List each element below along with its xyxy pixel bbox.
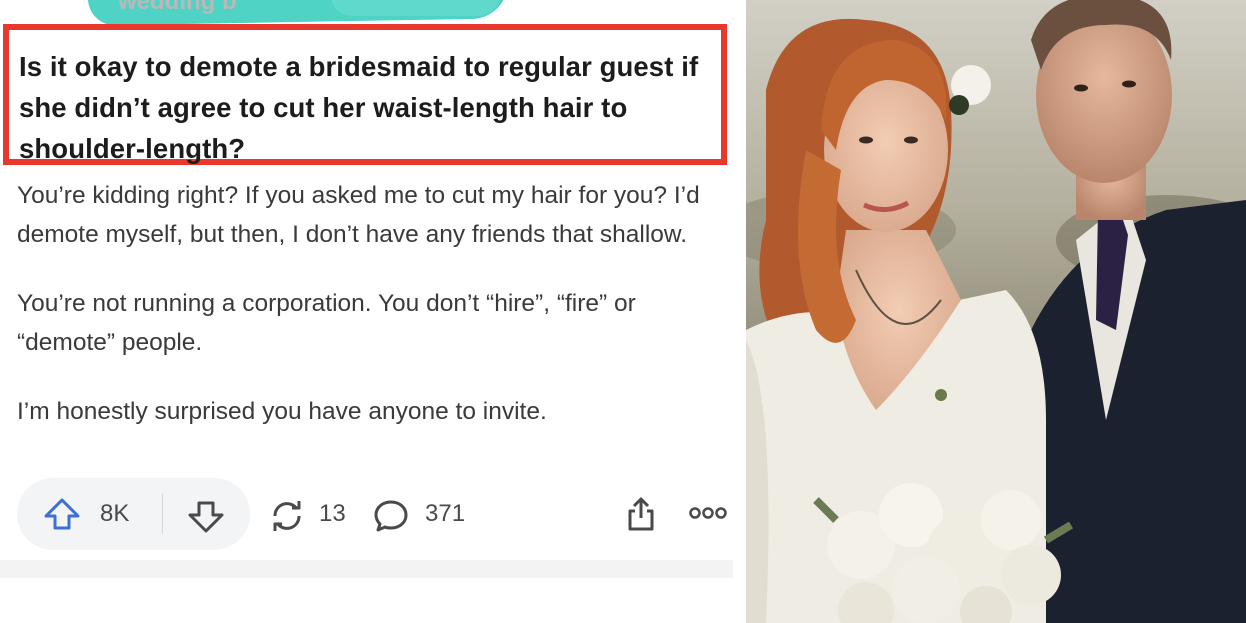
redaction-scribble (330, 0, 500, 16)
comment-paragraph: You’re not running a corporation. You do… (17, 290, 636, 356)
comment-paragraph: You’re kidding right? If you asked me to… (17, 182, 700, 248)
wedding-photo (746, 0, 1246, 623)
more-icon[interactable] (689, 506, 727, 525)
wedding-photo-illustration (746, 0, 1246, 623)
comment-count: 371 (425, 500, 466, 527)
separator-band (0, 560, 733, 578)
downvote-icon[interactable] (187, 500, 225, 539)
comment-paragraph: I’m honestly surprised you have anyone t… (17, 398, 547, 425)
comment-icon[interactable] (373, 499, 409, 538)
share-icon[interactable] (625, 496, 657, 537)
vote-divider (162, 494, 163, 534)
repost-icon[interactable] (268, 498, 306, 539)
vote-pill: 8K (17, 478, 250, 550)
upvote-count: 8K (100, 500, 130, 527)
post-title-highlight: Is it okay to demote a bridesmaid to reg… (3, 24, 727, 165)
faded-header-text: wedding b (118, 0, 237, 15)
reddit-post-panel: wedding b Is it okay to demote a bridesm… (0, 0, 733, 623)
upvote-icon[interactable] (43, 497, 81, 536)
action-bar: 8K 13 371 (17, 478, 729, 552)
panel-gutter (733, 0, 746, 623)
repost-count: 13 (319, 500, 346, 527)
comment-body: You’re kidding right? If you asked me to… (17, 176, 729, 461)
post-title[interactable]: Is it okay to demote a bridesmaid to reg… (19, 46, 724, 169)
